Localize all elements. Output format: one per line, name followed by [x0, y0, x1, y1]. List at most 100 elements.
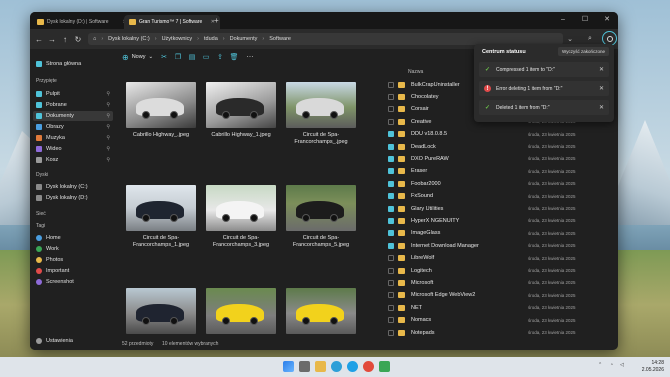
settings-label: Ustawienia	[46, 338, 73, 344]
checkbox[interactable]	[388, 81, 394, 88]
chevron-right-icon: ›	[262, 36, 265, 42]
refresh-icon[interactable]: ↻	[73, 33, 83, 45]
list-item[interactable]: Microsoft środa, 23 kwietnia 2025	[384, 277, 584, 288]
list-item[interactable]: Logitech środa, 23 kwietnia 2025	[384, 265, 584, 276]
list-item[interactable]: Foobar2000 środa, 23 kwietnia 2025	[384, 178, 584, 189]
dismiss-icon[interactable]: ✕	[599, 104, 604, 111]
cut-icon[interactable]: ✂	[160, 53, 168, 61]
minimize-icon[interactable]: –	[552, 12, 574, 26]
browser-icon[interactable]	[331, 361, 342, 372]
checkbox-checked[interactable]	[388, 180, 394, 187]
thumbnail-item[interactable]: Cabrillo Highway_.jpeg	[126, 82, 196, 139]
tab-2[interactable]: Gran Turismo™ 7 | Software ✕	[124, 15, 220, 29]
thumbnail-grid: Cabrillo Highway_.jpeg Cabrillo Highway_1…	[92, 62, 372, 334]
item-name: Microsoft	[411, 279, 434, 286]
item-name: Logitech	[411, 267, 432, 274]
task-view-icon[interactable]	[299, 361, 310, 372]
checkbox-checked[interactable]	[388, 155, 394, 162]
breadcrumb-item[interactable]: Użytkownicy	[162, 36, 193, 42]
network-icon[interactable]: ◔	[610, 362, 613, 368]
paste-icon[interactable]: ▤	[188, 53, 196, 61]
rename-icon[interactable]: ▭	[202, 53, 210, 61]
forward-icon[interactable]: →	[47, 33, 57, 45]
checkbox[interactable]	[388, 279, 394, 286]
copy-icon[interactable]: ❐	[174, 53, 182, 61]
checkbox[interactable]	[388, 304, 394, 311]
share-icon[interactable]: ⇪	[216, 53, 224, 61]
list-item[interactable]: Glary Utilities środa, 23 kwietnia 2025	[384, 203, 584, 214]
files-app-icon[interactable]	[379, 361, 390, 372]
more-icon[interactable]: ⋯	[246, 53, 254, 61]
music-icon	[36, 135, 42, 141]
thumbnail-item[interactable]	[206, 288, 276, 334]
checkbox-checked[interactable]	[388, 230, 394, 237]
home-icon[interactable]: ⌂	[93, 36, 96, 42]
thumbnail-item[interactable]: Circuit de Spa-Francorchamps_5.jpeg	[286, 185, 356, 249]
dismiss-icon[interactable]: ✕	[599, 85, 604, 92]
app-icon[interactable]	[363, 361, 374, 372]
back-icon[interactable]: ←	[34, 33, 44, 45]
clear-completed-button[interactable]: Wyczyść zakończone	[558, 47, 609, 56]
file-explorer-icon[interactable]	[315, 361, 326, 372]
checkbox[interactable]	[388, 317, 394, 324]
checkbox[interactable]	[388, 106, 394, 113]
clock[interactable]: 14:28 2.05.2026	[642, 360, 664, 374]
thumbnail-item[interactable]	[286, 288, 356, 334]
list-item[interactable]: Notepads środa, 23 kwietnia 2025	[384, 327, 584, 338]
thumbnail-item[interactable]: Circuit de Spa-Francorchamps_3.jpeg	[206, 185, 276, 249]
checkbox-checked[interactable]	[388, 217, 394, 224]
checkbox-checked[interactable]	[388, 193, 394, 200]
list-item[interactable]: Eraser środa, 23 kwietnia 2025	[384, 166, 584, 177]
thumbnail-item[interactable]: Circuit de Spa-Francorchamps_1.jpeg	[126, 185, 196, 249]
tab-1[interactable]: Dysk lokalny (D:) | Software ✕	[32, 15, 132, 29]
up-icon[interactable]: ↑	[60, 33, 70, 45]
settings-button[interactable]: Ustawienia	[36, 338, 73, 344]
list-item[interactable]: NET środa, 23 kwietnia 2025	[384, 302, 584, 313]
breadcrumb-item[interactable]: Dysk lokalny (C:)	[108, 36, 150, 42]
list-item[interactable]: Nomacs środa, 23 kwietnia 2025	[384, 315, 584, 326]
folder-icon	[398, 155, 405, 162]
breadcrumb-item[interactable]: Dokumenty	[230, 36, 258, 42]
list-item[interactable]: FxSound środa, 23 kwietnia 2025	[384, 191, 584, 202]
thumbnail-item[interactable]: Circuit de Spa-Francorchamps_.jpeg	[286, 82, 356, 146]
edge-icon[interactable]	[347, 361, 358, 372]
sidebar-item-label: Muzyka	[46, 135, 65, 141]
checkbox-checked[interactable]	[388, 205, 394, 212]
item-name: Nomacs	[411, 317, 432, 324]
folder-icon	[37, 19, 44, 25]
delete-icon[interactable]: 🗑	[230, 53, 239, 61]
list-item[interactable]: HyperX NGENUITY środa, 23 kwietnia 2025	[384, 215, 584, 226]
checkbox[interactable]	[388, 93, 394, 100]
start-icon[interactable]	[283, 361, 294, 372]
checkbox-checked[interactable]	[388, 168, 394, 175]
list-item[interactable]: DXO PureRAW środa, 23 kwietnia 2025	[384, 153, 584, 164]
folder-icon	[398, 217, 405, 224]
list-item[interactable]: DDU v18.0.8.5 środa, 23 kwietnia 2025	[384, 129, 584, 140]
close-window-icon[interactable]: ✕	[596, 12, 618, 26]
volume-icon[interactable]: ◁	[620, 362, 624, 368]
status-center-panel: Centrum statusu Wyczyść zakończone ✓ Comp…	[474, 44, 614, 122]
checkbox[interactable]	[388, 118, 394, 125]
list-item[interactable]: DeadLock środa, 23 kwietnia 2025	[384, 141, 584, 152]
checkbox[interactable]	[388, 329, 394, 336]
sidebar-item-label: Dysk lokalny (D:)	[46, 195, 88, 201]
checkbox-checked[interactable]	[388, 143, 394, 150]
checkbox[interactable]	[388, 292, 394, 299]
new-button[interactable]: ⊕ Nowy ⌄	[122, 52, 153, 62]
checkbox[interactable]	[388, 267, 394, 274]
list-item[interactable]: Internet Download Manager środa, 23 kwiet…	[384, 240, 584, 251]
breadcrumb-item[interactable]: tduda	[204, 36, 218, 42]
thumbnail-item[interactable]	[126, 288, 196, 334]
list-item[interactable]: LibreWolf środa, 23 kwietnia 2025	[384, 253, 584, 264]
checkbox-checked[interactable]	[388, 242, 394, 249]
tray-chevron-icon[interactable]: ⌃	[598, 362, 602, 368]
thumbnail-item[interactable]: Cabrillo Highway_1.jpeg	[206, 82, 276, 139]
list-item[interactable]: ImageGlass środa, 23 kwietnia 2025	[384, 228, 584, 239]
maximize-icon[interactable]: ☐	[574, 12, 596, 26]
checkbox[interactable]	[388, 255, 394, 262]
new-tab-button[interactable]: +	[214, 16, 219, 25]
dismiss-icon[interactable]: ✕	[599, 66, 604, 73]
checkbox-checked[interactable]	[388, 131, 394, 138]
breadcrumb-item[interactable]: Software	[269, 36, 291, 42]
list-item[interactable]: Microsoft Edge WebView2 środa, 23 kwietni…	[384, 290, 584, 301]
